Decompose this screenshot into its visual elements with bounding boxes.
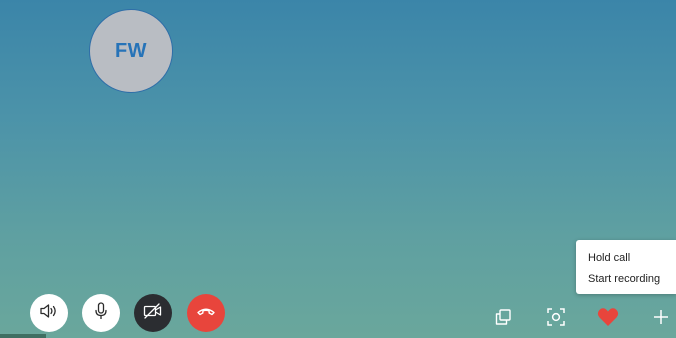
switch-windows-button[interactable] [490, 306, 516, 332]
more-options-button[interactable] [648, 306, 674, 332]
react-button[interactable] [595, 306, 621, 332]
call-window: FW Hold call Start recording [0, 0, 676, 338]
avatar-initials: FW [114, 39, 148, 62]
snapshot-icon [546, 307, 566, 332]
taskbar-edge [0, 334, 46, 338]
video-button[interactable] [134, 294, 172, 332]
menu-item-start-recording[interactable]: Start recording [576, 269, 676, 290]
heart-icon [597, 307, 619, 332]
microphone-icon [94, 301, 108, 325]
speaker-icon [39, 303, 59, 324]
video-off-icon [143, 302, 163, 324]
speaker-button[interactable] [30, 294, 68, 332]
switch-windows-icon [494, 308, 512, 331]
hang-up-icon [196, 304, 216, 322]
plus-icon [652, 308, 670, 331]
hang-up-button[interactable] [187, 294, 225, 332]
more-options-menu: Hold call Start recording [576, 240, 676, 294]
participant-avatar: FW [89, 9, 173, 93]
snapshot-button[interactable] [543, 306, 569, 332]
menu-item-hold-call[interactable]: Hold call [576, 248, 676, 269]
microphone-button[interactable] [82, 294, 120, 332]
